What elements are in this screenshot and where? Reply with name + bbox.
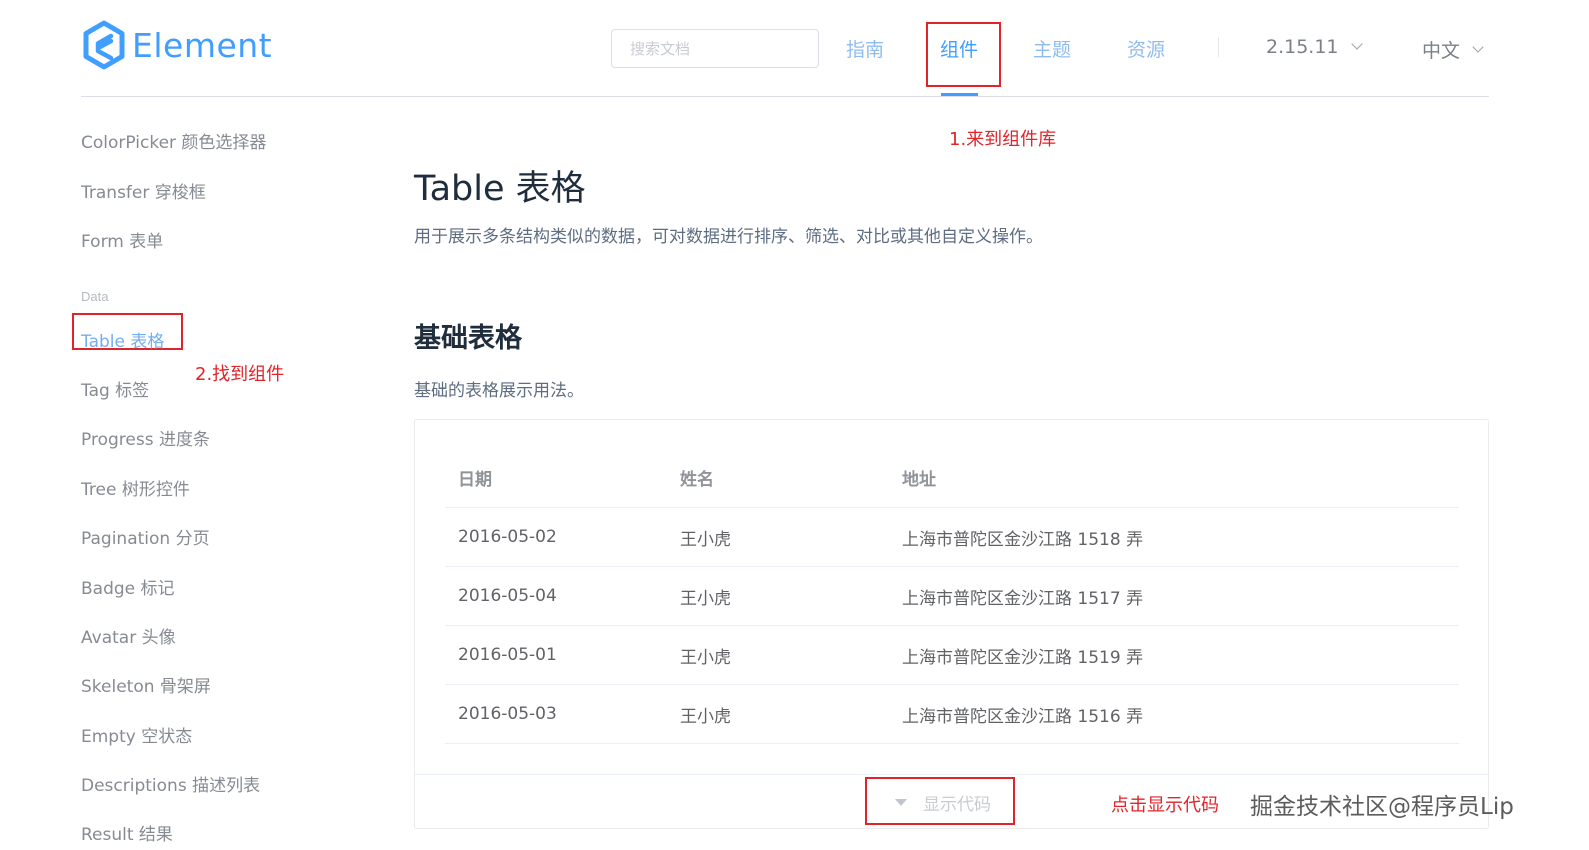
watermark: 掘金技术社区@程序员Lip — [1250, 794, 1514, 820]
sidebar-item-progress[interactable]: Progress 进度条 — [81, 425, 210, 450]
sidebar-item-transfer[interactable]: Transfer 穿梭框 — [81, 178, 206, 203]
nav-divider — [1218, 37, 1219, 57]
demo-block: 日期 姓名 地址 2016-05-02 王小虎 上海市普陀区金沙江路 1518 … — [414, 419, 1489, 829]
annotation-box-component — [926, 22, 1001, 87]
sidebar-item-descriptions[interactable]: Descriptions 描述列表 — [81, 771, 260, 796]
page-title: Table 表格 — [414, 169, 586, 209]
caret-down-icon — [895, 799, 907, 806]
annotation-step2: 2.找到组件 — [195, 364, 285, 385]
show-code-button[interactable]: 显示代码 — [895, 790, 991, 815]
element-hexagon-icon — [83, 20, 125, 70]
cell-date: 2016-05-04 — [458, 586, 557, 606]
section-description: 基础的表格展示用法。 — [414, 381, 584, 401]
show-code-label: 显示代码 — [923, 795, 991, 815]
sidebar-item-table[interactable]: Table 表格 — [81, 327, 164, 352]
cell-name: 王小虎 — [680, 529, 731, 550]
sidebar-item-tree[interactable]: Tree 树形控件 — [81, 475, 190, 500]
cell-name: 王小虎 — [680, 588, 731, 609]
cell-address: 上海市普陀区金沙江路 1519 弄 — [902, 647, 1144, 668]
sidebar-item-form[interactable]: Form 表单 — [81, 227, 163, 252]
column-header-address: 地址 — [902, 470, 936, 490]
cell-name: 王小虎 — [680, 647, 731, 668]
cell-date: 2016-05-02 — [458, 527, 557, 547]
version-label: 2.15.11 — [1266, 36, 1339, 58]
language-label: 中文 — [1422, 40, 1461, 62]
top-header: Element 指南 组件 主题 资源 2.15.11 中文 — [0, 0, 1589, 97]
chevron-down-icon — [1350, 38, 1363, 50]
section-title: 基础表格 — [414, 323, 522, 354]
nav-guide[interactable]: 指南 — [846, 35, 884, 62]
table-row: 2016-05-04 王小虎 上海市普陀区金沙江路 1517 弄 — [445, 567, 1459, 626]
sidebar-item-badge[interactable]: Badge 标记 — [81, 574, 175, 599]
cell-address: 上海市普陀区金沙江路 1516 弄 — [902, 706, 1144, 727]
sidebar-item-colorpicker[interactable]: ColorPicker 颜色选择器 — [81, 128, 266, 153]
table-header-row: 日期 姓名 地址 — [445, 448, 1459, 508]
version-select[interactable]: 2.15.11 — [1266, 36, 1363, 58]
table-row: 2016-05-01 王小虎 上海市普陀区金沙江路 1519 弄 — [445, 626, 1459, 685]
sidebar-item-avatar[interactable]: Avatar 头像 — [81, 623, 176, 648]
sidebar-item-skeleton[interactable]: Skeleton 骨架屏 — [81, 672, 211, 697]
table-row: 2016-05-02 王小虎 上海市普陀区金沙江路 1518 弄 — [445, 508, 1459, 567]
column-header-date: 日期 — [458, 470, 492, 490]
basic-table: 日期 姓名 地址 2016-05-02 王小虎 上海市普陀区金沙江路 1518 … — [445, 448, 1459, 744]
table-row: 2016-05-03 王小虎 上海市普陀区金沙江路 1516 弄 — [445, 685, 1459, 744]
sidebar-group-data: Data — [81, 289, 109, 304]
logo-text: Element — [132, 25, 273, 65]
cell-date: 2016-05-01 — [458, 645, 557, 665]
sidebar-item-pagination[interactable]: Pagination 分页 — [81, 524, 210, 549]
cell-address: 上海市普陀区金沙江路 1517 弄 — [902, 588, 1144, 609]
sidebar-item-result[interactable]: Result 结果 — [81, 820, 173, 845]
chevron-down-icon — [1472, 40, 1484, 53]
cell-date: 2016-05-03 — [458, 704, 557, 724]
language-select[interactable]: 中文 — [1422, 36, 1484, 63]
search-input[interactable] — [611, 29, 819, 68]
cell-name: 王小虎 — [680, 706, 731, 727]
nav-theme[interactable]: 主题 — [1033, 35, 1071, 62]
column-header-name: 姓名 — [680, 470, 714, 490]
nav-resource[interactable]: 资源 — [1127, 35, 1165, 62]
sidebar-item-tag[interactable]: Tag 标签 — [81, 376, 149, 401]
page-description: 用于展示多条结构类似的数据，可对数据进行排序、筛选、对比或其他自定义操作。 — [414, 227, 1043, 247]
annotation-step1: 1.来到组件库 — [949, 129, 1057, 150]
sidebar-item-empty[interactable]: Empty 空状态 — [81, 722, 192, 747]
cell-address: 上海市普陀区金沙江路 1518 弄 — [902, 529, 1144, 550]
element-logo[interactable]: Element — [82, 20, 272, 70]
header-divider — [81, 96, 1489, 97]
